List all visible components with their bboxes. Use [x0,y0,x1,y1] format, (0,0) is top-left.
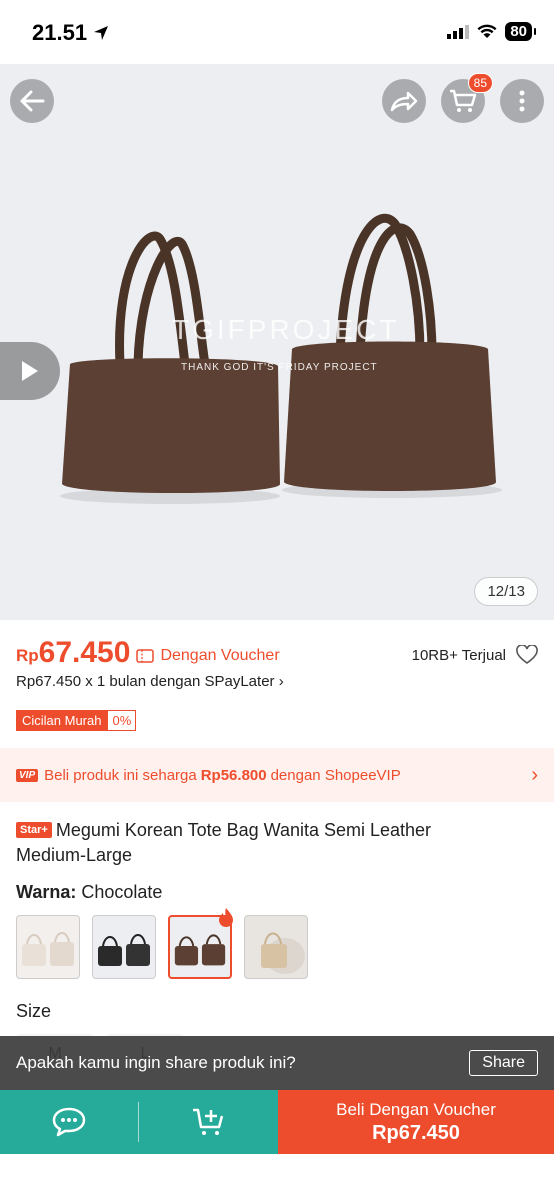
cicilan-label: Cicilan Murah [16,710,108,731]
watermark-subtext: THANK GOD IT'S FRIDAY PROJECT [181,362,378,373]
buy-button-label: Beli Dengan Voucher [336,1099,496,1119]
variant-thumbnail [98,934,150,966]
clock: 21.51 [32,20,88,45]
share-prompt-button[interactable]: Share [469,1050,538,1076]
variant-option-cream[interactable] [16,915,80,979]
price-row: Rp 67.450 Dengan Voucher 10RB+ Terjual [16,636,538,670]
size-label: Size [16,1001,52,1021]
heart-icon[interactable] [516,645,538,665]
arrow-left-icon [20,90,45,112]
status-time: 21.51 [32,20,109,46]
product-image-carousel[interactable]: TGIFPROJECT THANK GOD IT'S FRIDAY PROJEC… [0,64,554,620]
share-arrow-icon [390,91,418,112]
more-options-button[interactable] [500,79,544,123]
variant-label-key: Warna: [16,882,77,902]
product-title: Star+ Megumi Korean Tote Bag Wanita Semi … [16,818,494,868]
variant-thumbnail [261,932,305,974]
more-vertical-icon [519,90,525,112]
voucher-icon [136,649,155,663]
cart-count-badge: 85 [467,73,493,93]
chevron-right-icon: › [531,763,538,786]
variant-option-chocolate[interactable] [168,908,233,979]
voucher-tag[interactable]: Dengan Voucher [136,647,280,665]
shopee-vip-banner[interactable]: VIP Beli produk ini seharga Rp56.800 den… [0,748,554,802]
sold-count: 10RB+ Terjual [411,646,506,664]
add-cart-icon [192,1108,223,1135]
vip-text-before: Beli produk ini seharga [44,766,197,784]
star-plus-badge: Star+ [16,822,52,838]
flame-icon [219,908,233,927]
buy-with-voucher-button[interactable]: Beli Dengan Voucher Rp67.450 [278,1090,554,1154]
price-amount: 67.450 [38,636,131,669]
back-button[interactable] [10,79,54,123]
variant-selected: Chocolate [81,882,163,902]
location-arrow-icon [94,26,109,40]
price-currency: Rp [16,646,39,665]
wifi-icon [477,24,497,38]
share-prompt-bar: Apakah kamu ingin share produk ini? Shar… [0,1036,554,1090]
variant-option-black[interactable] [92,915,156,979]
cart-button[interactable]: 85 [441,73,493,123]
divider [138,1090,139,1154]
add-to-cart-button[interactable] [139,1090,278,1154]
variant-options [16,908,308,979]
buy-button-price: Rp67.450 [372,1121,460,1144]
bottom-action-bar: Beli Dengan Voucher Rp67.450 [0,1090,554,1154]
signal-icon [447,24,470,39]
cicilan-percent: 0% [107,710,137,731]
status-bar: 21.51 80 [0,0,554,64]
vip-icon: VIP [16,768,39,782]
spaylater-row[interactable]: Rp67.450 x 1 bulan dengan SPayLater › [16,673,284,690]
sold-info: 10RB+ Terjual [412,645,538,665]
vip-price: Rp56.800 [200,766,267,784]
home-indicator-area [0,1154,554,1200]
product-title-text: Megumi Korean Tote Bag Wanita Semi Leath… [16,820,432,865]
chat-bubble-icon [52,1107,86,1137]
share-button[interactable] [382,79,426,123]
variant-label: Warna: Chocolate [16,882,162,903]
image-counter: 12/13 [474,577,538,606]
chevron-right-icon: › [278,673,284,690]
voucher-label: Dengan Voucher [160,647,280,664]
play-icon [22,361,38,381]
variant-thumbnail [22,932,74,966]
watermark-text: TGIFPROJECT [172,314,400,345]
vip-text-after: dengan ShopeeVIP [270,766,401,784]
share-prompt-text: Apakah kamu ingin share produk ini? [16,1053,296,1072]
battery-indicator: 80 [505,22,536,41]
status-icons: 80 [447,22,536,41]
chat-button[interactable] [0,1090,138,1154]
spaylater-text: Rp67.450 x 1 bulan dengan SPayLater [16,673,275,690]
play-video-button[interactable] [0,342,60,400]
cicilan-badge: Cicilan Murah 0% [16,710,137,731]
variant-option-beige[interactable] [244,915,308,979]
